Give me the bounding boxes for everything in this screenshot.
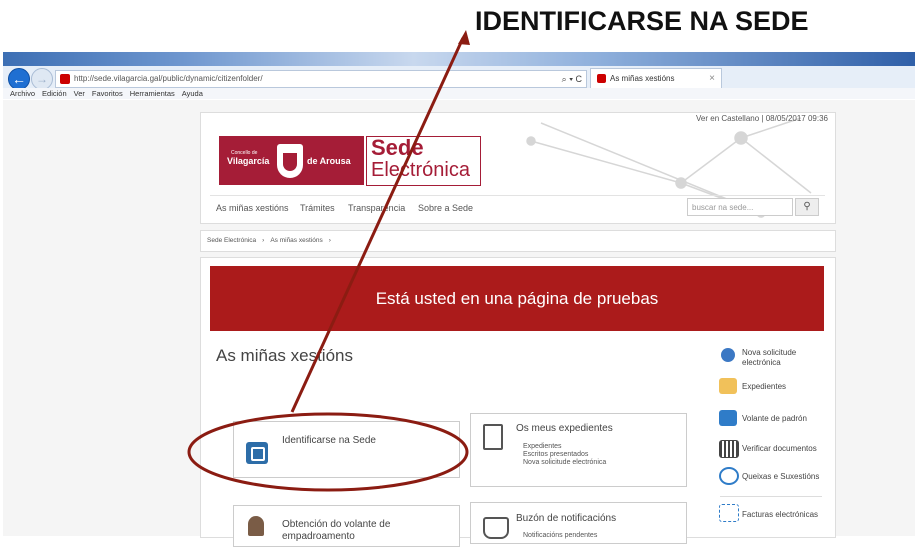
list-item[interactable]: Expedientes bbox=[523, 443, 606, 451]
sidebar-divider bbox=[720, 496, 822, 497]
folder-icon bbox=[719, 378, 737, 394]
logo-vilagarcia-text: Vilagarcía bbox=[227, 156, 270, 166]
browser-tab[interactable]: As miñas xestións × bbox=[590, 68, 722, 89]
logo-arousa-text: de Arousa bbox=[307, 156, 351, 166]
sidebar-verificar[interactable]: Verificar documentos bbox=[742, 444, 817, 453]
tab-title: As miñas xestións bbox=[610, 74, 675, 83]
menu-archivo[interactable]: Archivo bbox=[10, 89, 35, 98]
annotation-title: IDENTIFICARSE NA SEDE bbox=[475, 6, 809, 36]
card-identificarse[interactable]: Identificarse na Sede bbox=[233, 421, 460, 478]
card-volante[interactable]: Obtención do volante de empadroamento bbox=[233, 505, 460, 547]
annotation-arrow-head bbox=[458, 30, 470, 45]
sede-electronica-logo[interactable]: Sede Electrónica bbox=[366, 136, 481, 186]
sidebar-volante-padron[interactable]: Volante de padrón bbox=[742, 414, 807, 423]
shield-icon bbox=[277, 144, 303, 178]
address-url: http://sede.vilagarcia.gal/public/dynami… bbox=[74, 74, 263, 83]
breadcrumb-current[interactable]: As miñas xestións bbox=[270, 237, 322, 244]
card-identificarse-title: Identificarse na Sede bbox=[282, 435, 376, 446]
card-buzon-title: Buzón de notificacións bbox=[516, 513, 617, 524]
search-icon[interactable]: ⚲ bbox=[795, 198, 819, 216]
sidebar-facturas[interactable]: Facturas electrónicas bbox=[742, 510, 818, 519]
nav-sobre-a-sede[interactable]: Sobre a Sede bbox=[418, 203, 473, 213]
person-icon bbox=[721, 348, 735, 362]
nav-transparencia[interactable]: Transparencia bbox=[348, 203, 405, 213]
document-icon bbox=[719, 410, 737, 426]
card-buzon[interactable]: Buzón de notificacións Notificacións pen… bbox=[470, 502, 687, 544]
card-expedientes[interactable]: Os meus expedientes Expedientes Escritos… bbox=[470, 413, 687, 487]
sede-title: Sede bbox=[371, 135, 424, 160]
header-top-links[interactable]: Ver en Castellano | 08/05/2017 09:36 bbox=[200, 114, 828, 123]
electronica-title: Electrónica bbox=[371, 159, 470, 181]
concello-logo[interactable]: Concello de Vilagarcía de Arousa bbox=[219, 136, 364, 185]
search-input[interactable]: buscar na sede... bbox=[687, 198, 793, 216]
test-banner: Está usted en una página de pruebas bbox=[210, 266, 824, 331]
breadcrumb-sede[interactable]: Sede Electrónica bbox=[207, 237, 256, 244]
card-expedientes-list: Expedientes Escritos presentados Nova so… bbox=[523, 443, 606, 467]
nav-as-minas-xestions[interactable]: As miñas xestións bbox=[216, 203, 289, 213]
forward-button[interactable]: → bbox=[31, 68, 53, 90]
document-icon bbox=[483, 424, 503, 450]
invoice-icon bbox=[719, 504, 739, 522]
list-item[interactable]: Escritos presentados bbox=[523, 451, 606, 459]
site-favicon-icon bbox=[60, 74, 70, 84]
barcode-icon bbox=[719, 440, 739, 458]
menu-edicion[interactable]: Edición bbox=[42, 89, 67, 98]
sidebar-nova-solicitude[interactable]: Nova solicitude electrónica bbox=[742, 348, 822, 368]
browser-titlebar bbox=[3, 52, 915, 66]
sidebar-expedientes[interactable]: Expedientes bbox=[742, 382, 786, 391]
identify-icon bbox=[246, 442, 268, 464]
menu-favoritos[interactable]: Favoritos bbox=[92, 89, 123, 98]
card-volante-title: Obtención do volante de empadroamento bbox=[282, 519, 391, 542]
tab-close-icon[interactable]: × bbox=[709, 69, 715, 89]
sidebar-queixas[interactable]: Queixas e Suxestións bbox=[742, 472, 819, 481]
tab-favicon-icon bbox=[597, 74, 606, 83]
person-icon bbox=[248, 516, 264, 536]
back-button[interactable]: ← bbox=[8, 68, 30, 90]
address-bar[interactable]: http://sede.vilagarcia.gal/public/dynami… bbox=[55, 70, 587, 88]
address-tools[interactable]: ⌕ ▾ C bbox=[562, 71, 582, 87]
menu-bar: Archivo Edición Ver Favoritos Herramientas Ay… bbox=[3, 88, 915, 99]
breadcrumb: Sede Electrónica › As miñas xestións › bbox=[200, 230, 836, 252]
list-item[interactable]: Nova solicitude electrónica bbox=[523, 459, 606, 467]
menu-ver[interactable]: Ver bbox=[74, 89, 85, 98]
menu-herramientas[interactable]: Herramientas bbox=[130, 89, 175, 98]
speech-bubble-icon bbox=[719, 467, 739, 485]
nav-divider bbox=[210, 195, 825, 196]
card-expedientes-title: Os meus expedientes bbox=[516, 423, 613, 434]
menu-ayuda[interactable]: Ayuda bbox=[182, 89, 203, 98]
nav-tramites[interactable]: Trámites bbox=[300, 203, 335, 213]
page-title: As miñas xestións bbox=[216, 346, 353, 365]
